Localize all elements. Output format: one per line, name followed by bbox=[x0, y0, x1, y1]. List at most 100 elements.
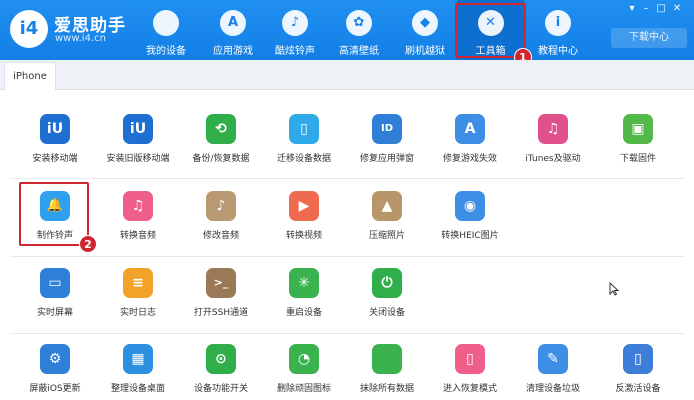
heic-image-icon: ◉ bbox=[455, 191, 485, 221]
tool-install-old-mobile[interactable]: iU 安装旧版移动端 bbox=[96, 114, 180, 174]
i4-app-icon: iU bbox=[123, 114, 153, 144]
nav-label: 酷炫铃声 bbox=[275, 46, 315, 57]
flower-icon: ✿ bbox=[346, 10, 372, 36]
maximize-button[interactable]: □ bbox=[655, 2, 667, 16]
row-divider bbox=[10, 256, 684, 257]
broom-icon: ✎ bbox=[538, 344, 568, 374]
tool-backup-restore[interactable]: ⟲ 备份/恢复数据 bbox=[179, 114, 263, 174]
tool-label: 整理设备桌面 bbox=[110, 384, 165, 394]
tool-label: 删除顽固图标 bbox=[276, 384, 331, 394]
phone-lock-icon: ▯ bbox=[623, 344, 653, 374]
info-icon: i bbox=[545, 10, 571, 36]
tool-label: 清理设备垃圾 bbox=[525, 384, 580, 394]
tool-label: 修改音频 bbox=[202, 231, 239, 241]
tool-label: 修复应用弹窗 bbox=[359, 154, 414, 164]
nav-wallpapers[interactable]: ✿ 高清壁纸 bbox=[328, 0, 390, 60]
nav-label: 教程中心 bbox=[538, 46, 578, 57]
tool-edit-audio[interactable]: ♪ 修改音频 bbox=[179, 191, 263, 251]
tool-label: 修复游戏失效 bbox=[442, 154, 497, 164]
tool-organize-desktop[interactable]: ▦ 整理设备桌面 bbox=[96, 344, 180, 400]
tool-label: 备份/恢复数据 bbox=[192, 154, 250, 164]
ringtone-highlight-box bbox=[19, 182, 89, 246]
photo-icon: ▲ bbox=[372, 191, 402, 221]
apple-icon bbox=[372, 344, 402, 374]
tool-label: 转换视频 bbox=[285, 231, 322, 241]
tool-label: 转换音频 bbox=[119, 231, 156, 241]
tool-label: 安装旧版移动端 bbox=[106, 154, 170, 164]
phone-icon: ▯ bbox=[455, 344, 485, 374]
tool-itunes-driver[interactable]: ♫ iTunes及驱动 bbox=[511, 114, 595, 174]
tool-feature-switch[interactable]: ⊙ 设备功能开关 bbox=[179, 344, 263, 400]
tool-compress-photo[interactable]: ▲ 压缩照片 bbox=[345, 191, 429, 251]
tool-download-firmware[interactable]: ▣ 下载固件 bbox=[596, 114, 680, 174]
tool-delete-stubborn-icon[interactable]: ◔ 删除顽固图标 bbox=[262, 344, 346, 400]
audio-edit-icon: ♪ bbox=[206, 191, 236, 221]
tool-label: 压缩照片 bbox=[368, 231, 405, 241]
download-center-button[interactable]: 下载中心 bbox=[611, 28, 687, 48]
tool-clean-junk[interactable]: ✎ 清理设备垃圾 bbox=[511, 344, 595, 400]
tool-shutdown-device[interactable]: ⏻ 关闭设备 bbox=[345, 268, 429, 328]
tool-fix-game[interactable]: A 修复游戏失效 bbox=[428, 114, 512, 174]
phone-transfer-icon: ▯ bbox=[289, 114, 319, 144]
monitor-icon: ▭ bbox=[40, 268, 70, 298]
tool-label: 打开SSH通道 bbox=[193, 308, 249, 318]
close-button[interactable]: ✕ bbox=[671, 2, 683, 16]
tool-migrate-data[interactable]: ▯ 迁移设备数据 bbox=[262, 114, 346, 174]
dropbox-icon: ◆ bbox=[412, 10, 438, 36]
music-note-icon: ♫ bbox=[123, 191, 153, 221]
tool-label: 抹除所有数据 bbox=[359, 384, 414, 394]
nav-flash-jailbreak[interactable]: ◆ 刷机越狱 bbox=[394, 0, 456, 60]
device-tab-bar: iPhone bbox=[0, 60, 694, 90]
grid-icon: ▦ bbox=[123, 344, 153, 374]
apple-icon bbox=[153, 10, 179, 36]
apple-id-icon: ID bbox=[372, 114, 402, 144]
nav-label: 高清壁纸 bbox=[339, 46, 379, 57]
toolbox-highlight-box bbox=[455, 3, 526, 58]
tool-deactivate-device[interactable]: ▯ 反激活设备 bbox=[596, 344, 680, 400]
row-divider bbox=[10, 178, 684, 179]
bell-icon: ♪ bbox=[282, 10, 308, 36]
nav-label: 应用游戏 bbox=[213, 46, 253, 57]
tool-label: 迁移设备数据 bbox=[276, 154, 331, 164]
nav-my-device[interactable]: 我的设备 bbox=[136, 0, 196, 60]
tool-live-screen[interactable]: ▭ 实时屏幕 bbox=[13, 268, 97, 328]
tab-iphone[interactable]: iPhone bbox=[4, 62, 56, 90]
step-2-badge: 2 bbox=[79, 235, 97, 253]
tool-convert-heic[interactable]: ◉ 转换HEIC图片 bbox=[428, 191, 512, 251]
tool-block-ios-update[interactable]: ⚙ 屏蔽iOS更新 bbox=[13, 344, 97, 400]
tool-label: 实时屏幕 bbox=[36, 308, 73, 318]
log-document-icon: ≡ bbox=[123, 268, 153, 298]
settings-icon[interactable]: ▾ bbox=[626, 2, 638, 16]
tool-restart-device[interactable]: ✳ 重启设备 bbox=[262, 268, 346, 328]
tool-label: 实时日志 bbox=[119, 308, 156, 318]
tool-convert-video[interactable]: ▶ 转换视频 bbox=[262, 191, 346, 251]
toggle-icon: ⊙ bbox=[206, 344, 236, 374]
app-window: i4 爱思助手 www.i4.cn 我的设备 A 应用游戏 ♪ 酷炫铃声 ✿ 高… bbox=[0, 0, 694, 400]
app-url: www.i4.cn bbox=[55, 33, 106, 44]
tool-label: 反激活设备 bbox=[615, 384, 661, 394]
app-logo-icon: i4 bbox=[10, 10, 48, 48]
mouse-cursor-icon bbox=[609, 282, 619, 296]
nav-ringtones[interactable]: ♪ 酷炫铃声 bbox=[264, 0, 326, 60]
tool-label: 设备功能开关 bbox=[193, 384, 248, 394]
tool-convert-audio[interactable]: ♫ 转换音频 bbox=[96, 191, 180, 251]
i4-app-icon: iU bbox=[40, 114, 70, 144]
backup-clock-icon: ⟲ bbox=[206, 114, 236, 144]
tool-label: 进入恢复模式 bbox=[442, 384, 497, 394]
tool-live-log[interactable]: ≡ 实时日志 bbox=[96, 268, 180, 328]
tool-fix-app-popup[interactable]: ID 修复应用弹窗 bbox=[345, 114, 429, 174]
restart-spinner-icon: ✳ bbox=[289, 268, 319, 298]
tool-label: 屏蔽iOS更新 bbox=[29, 384, 81, 394]
tool-erase-all-data[interactable]: 抹除所有数据 bbox=[345, 344, 429, 400]
terminal-icon: >_ bbox=[206, 268, 236, 298]
nav-tutorials[interactable]: i 教程中心 bbox=[528, 0, 588, 60]
tool-label: iTunes及驱动 bbox=[525, 154, 581, 164]
app-store-icon: A bbox=[455, 114, 485, 144]
nav-apps-games[interactable]: A 应用游戏 bbox=[202, 0, 264, 60]
tool-recovery-mode[interactable]: ▯ 进入恢复模式 bbox=[428, 344, 512, 400]
tool-install-mobile[interactable]: iU 安装移动端 bbox=[13, 114, 97, 174]
tool-label: 关闭设备 bbox=[368, 308, 405, 318]
tool-open-ssh[interactable]: >_ 打开SSH通道 bbox=[179, 268, 263, 328]
itunes-music-icon: ♫ bbox=[538, 114, 568, 144]
minimize-button[interactable]: – bbox=[640, 2, 652, 16]
